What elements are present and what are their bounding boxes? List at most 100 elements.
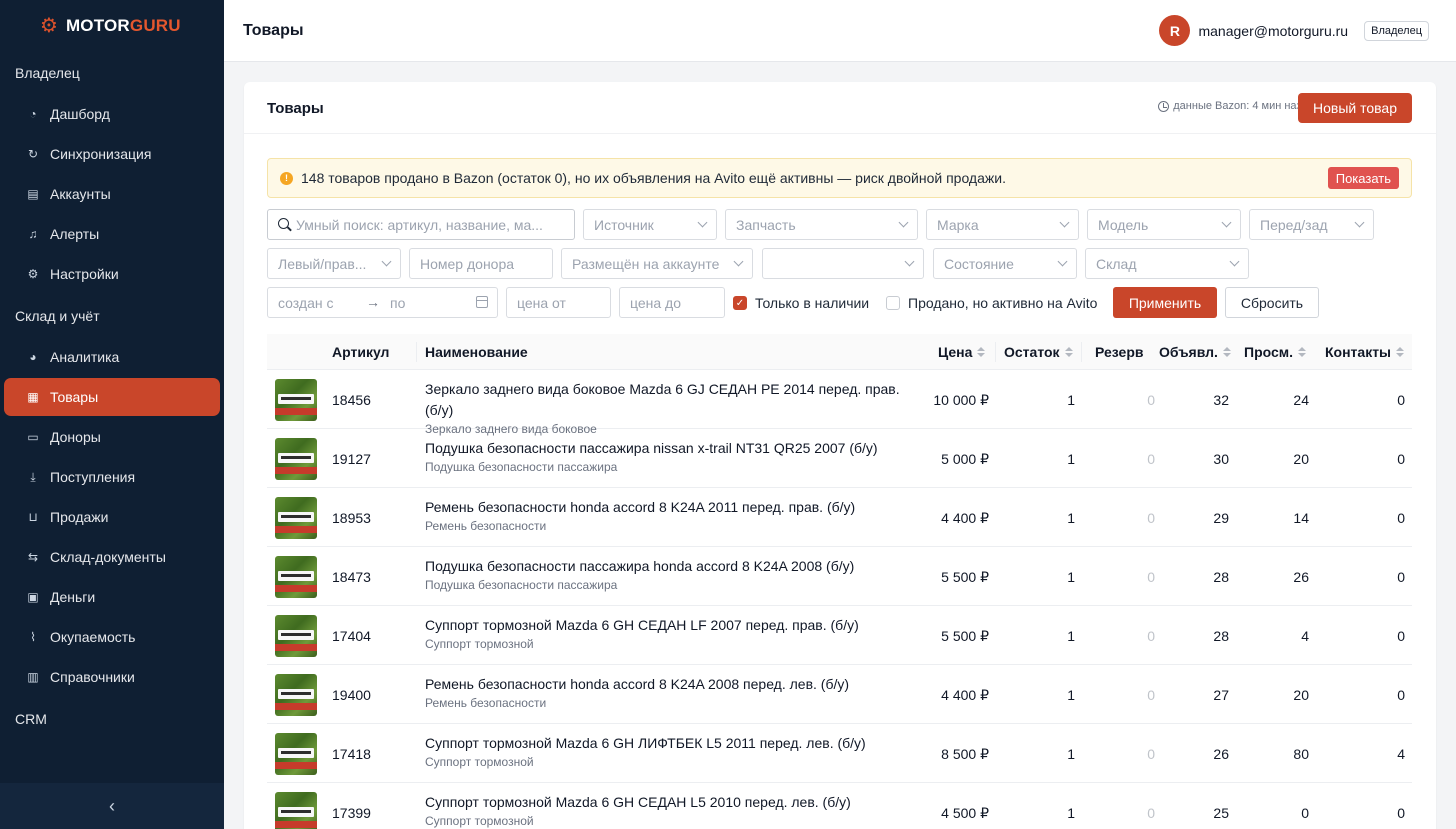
col-sku[interactable]: Артикул — [332, 344, 389, 360]
sidebar-item[interactable]: ▥ Справочники — [4, 658, 220, 696]
sort-icon[interactable] — [1064, 347, 1073, 357]
product-thumbnail[interactable] — [275, 497, 317, 539]
contacts-cell: 0 — [1397, 687, 1405, 703]
sidebar-item[interactable]: ▭ Доноры — [4, 418, 220, 456]
product-title[interactable]: Ремень безопасности honda accord 8 K24A … — [425, 674, 905, 695]
product-title[interactable]: Суппорт тормозной Mazda 6 GH ЛИФТБЕК L5 … — [425, 733, 905, 754]
created-date-range[interactable]: создан с → по — [267, 287, 498, 318]
col-name[interactable]: Наименование — [425, 344, 528, 360]
search-input[interactable] — [296, 216, 574, 233]
source-select[interactable]: Источник — [583, 209, 717, 240]
product-title[interactable]: Суппорт тормозной Mazda 6 GH СЕДАН L5 20… — [425, 792, 905, 813]
sidebar-item[interactable]: ▤ Аккаунты — [4, 175, 220, 213]
product-thumbnail[interactable] — [275, 674, 317, 716]
created-to-field[interactable]: по — [390, 295, 405, 311]
product-title[interactable]: Зеркало заднего вида боковое Mazda 6 GJ … — [425, 379, 905, 421]
show-button[interactable]: Показать — [1327, 167, 1399, 189]
sku-cell: 17404 — [332, 628, 371, 644]
checkbox-checked-icon[interactable]: ✓ — [733, 296, 747, 310]
condition-select[interactable]: Состояние — [933, 248, 1077, 279]
product-title[interactable]: Суппорт тормозной Mazda 6 GH СЕДАН LF 20… — [425, 615, 905, 636]
left-right-select[interactable]: Левый/прав... — [267, 248, 401, 279]
product-thumbnail[interactable] — [275, 556, 317, 598]
views-cell: 26 — [1293, 569, 1309, 585]
table-row[interactable]: 19400 Ремень безопасности honda accord 8 … — [267, 665, 1412, 724]
sku-cell: 17399 — [332, 805, 371, 821]
reserve-cell: 0 — [1147, 628, 1155, 644]
product-thumbnail[interactable] — [275, 379, 317, 421]
col-views[interactable]: Просм. — [1244, 344, 1307, 360]
col-reserve[interactable]: Резерв — [1095, 344, 1144, 360]
warehouse-select[interactable]: Склад — [1085, 248, 1249, 279]
price-to-field[interactable] — [630, 294, 724, 311]
new-product-button[interactable]: Новый товар — [1298, 93, 1412, 123]
reserve-cell: 0 — [1147, 746, 1155, 762]
front-rear-select[interactable]: Перед/зад — [1249, 209, 1374, 240]
table-row[interactable]: 18456 Зеркало заднего вида боковое Mazda … — [267, 370, 1412, 436]
product-thumbnail[interactable] — [275, 615, 317, 657]
extra-select[interactable] — [762, 248, 924, 279]
sidebar-item[interactable]: ▣ Деньги — [4, 578, 220, 616]
table-row[interactable]: 17418 Суппорт тормозной Mazda 6 GH ЛИФТБЕ… — [267, 724, 1412, 783]
price-from-field[interactable] — [517, 294, 610, 311]
product-title[interactable]: Подушка безопасности пассажира honda acc… — [425, 556, 905, 577]
car-icon: ▭ — [27, 430, 39, 444]
sort-icon[interactable] — [977, 347, 986, 357]
sidebar-item[interactable]: ⚙ Настройки — [4, 255, 220, 293]
table-row[interactable]: 19127 Подушка безопасности пассажира niss… — [267, 429, 1412, 488]
sidebar-nav: Владелец ◔ Дашборд ↻ Синхронизация ▤ Аккаунты ♫… — [0, 52, 224, 739]
price-to-input[interactable] — [619, 287, 725, 318]
col-price[interactable]: Цена — [938, 344, 986, 360]
price-cell: 4 400 ₽ — [941, 687, 989, 703]
brand-select[interactable]: Марка — [926, 209, 1079, 240]
reset-button[interactable]: Сбросить — [1225, 287, 1319, 318]
sidebar-item[interactable]: ⇆ Склад-документы — [4, 538, 220, 576]
sidebar-item[interactable]: ♫ Алерты — [4, 215, 220, 253]
sold-active-checkbox[interactable]: Продано, но активно на Avito — [886, 295, 1097, 311]
product-title[interactable]: Подушка безопасности пассажира nissan x-… — [425, 438, 905, 459]
table-row[interactable]: 18473 Подушка безопасности пассажира hond… — [267, 547, 1412, 606]
user-menu[interactable]: R manager@motorguru.ru Владелец — [1159, 15, 1429, 46]
sidebar-collapse-button[interactable]: ‹ — [0, 783, 224, 829]
swap-icon: ⇆ — [27, 550, 39, 564]
donor-number-field[interactable] — [420, 255, 552, 272]
col-name-label: Наименование — [425, 344, 528, 360]
sidebar-item[interactable]: ⌇ Окупаемость — [4, 618, 220, 656]
col-ads[interactable]: Объявл. — [1159, 344, 1231, 360]
sidebar-item[interactable]: ◔ Дашборд — [4, 95, 220, 133]
brand-logo[interactable]: ⚙ MOTORGURU — [0, 0, 224, 52]
table-header: Артикул Наименование Цена Остаток Резерв… — [267, 334, 1412, 370]
price-from-input[interactable] — [506, 287, 611, 318]
donor-number-input[interactable] — [409, 248, 553, 279]
sidebar-item[interactable]: ⊔ Продажи — [4, 498, 220, 536]
table-row[interactable]: 17399 Суппорт тормозной Mazda 6 GH СЕДАН … — [267, 783, 1412, 829]
product-thumbnail[interactable] — [275, 733, 317, 775]
sidebar-item[interactable]: ◕ Аналитика — [4, 338, 220, 376]
table-row[interactable]: 17404 Суппорт тормозной Mazda 6 GH СЕДАН … — [267, 606, 1412, 665]
created-from-field[interactable]: создан с — [278, 295, 333, 311]
in-stock-checkbox[interactable]: ✓ Только в наличии — [733, 295, 869, 311]
views-cell: 20 — [1293, 687, 1309, 703]
table-row[interactable]: 18953 Ремень безопасности honda accord 8 … — [267, 488, 1412, 547]
sort-icon[interactable] — [1396, 347, 1405, 357]
col-contacts[interactable]: Контакты — [1325, 344, 1405, 360]
product-title[interactable]: Ремень безопасности honda accord 8 K24A … — [425, 497, 905, 518]
account-select[interactable]: Размещён на аккаунте — [561, 248, 753, 279]
checkbox-empty-icon[interactable] — [886, 296, 900, 310]
apply-button[interactable]: Применить — [1113, 287, 1217, 318]
calendar-icon[interactable] — [476, 296, 488, 308]
double-sale-alert: ! 148 товаров продано в Bazon (остаток 0… — [267, 158, 1412, 198]
col-stock[interactable]: Остаток — [1004, 344, 1073, 360]
avatar[interactable]: R — [1159, 15, 1191, 46]
part-select[interactable]: Запчасть — [725, 209, 918, 240]
sidebar-item[interactable]: ▦ Товары — [4, 378, 220, 416]
sidebar-item[interactable]: ↻ Синхронизация — [4, 135, 220, 173]
sort-icon[interactable] — [1298, 347, 1307, 357]
search-input-wrapper[interactable] — [267, 209, 575, 240]
product-thumbnail[interactable] — [275, 792, 317, 829]
sidebar-item[interactable]: ⤓ Поступления — [4, 458, 220, 496]
product-thumbnail[interactable] — [275, 438, 317, 480]
sort-icon[interactable] — [1222, 347, 1231, 357]
sync-icon: ↻ — [27, 147, 39, 161]
model-select[interactable]: Модель — [1087, 209, 1241, 240]
